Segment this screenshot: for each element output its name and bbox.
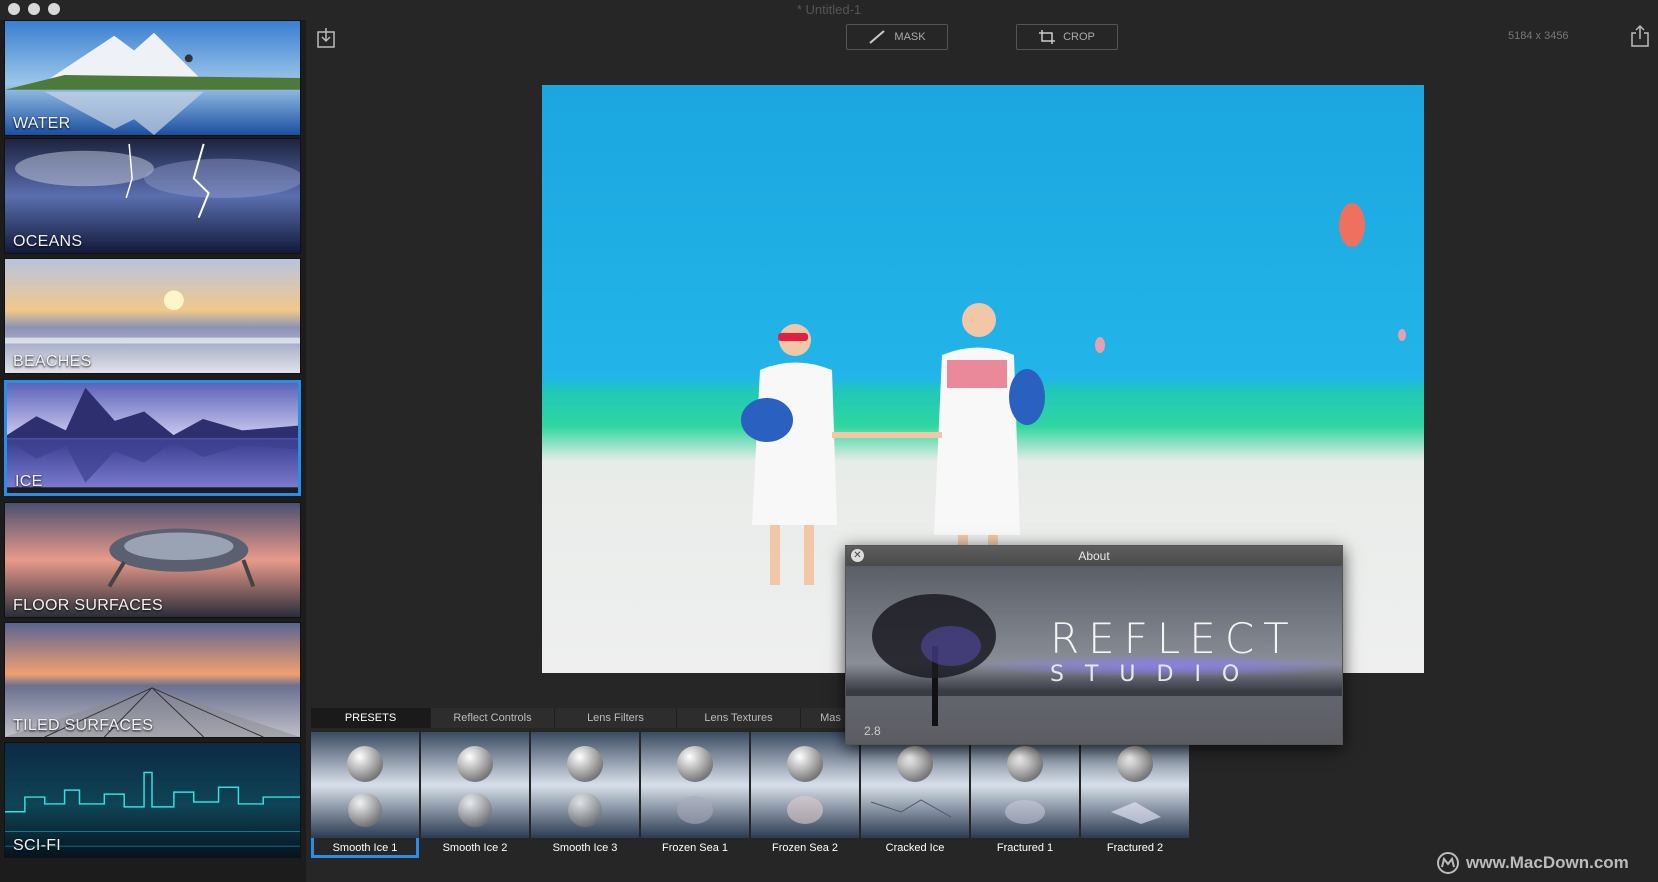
about-title-bar: ✕ About: [846, 546, 1342, 566]
preset-label: Smooth Ice 1: [332, 842, 398, 854]
share-icon: [1631, 24, 1649, 47]
mask-label: MASK: [894, 31, 926, 43]
category-ice[interactable]: ICE: [4, 380, 301, 496]
category-label: OCEANS: [13, 233, 83, 250]
tab-reflect-controls[interactable]: Reflect Controls: [431, 708, 555, 728]
window-title: * Untitled-1: [796, 2, 862, 17]
share-button[interactable]: [1628, 24, 1652, 48]
preset-fractured-2[interactable]: Fractured 2: [1081, 732, 1189, 858]
about-dialog: ✕ About REFLECT STUDIO 2.8: [845, 545, 1343, 745]
category-floor-surfaces[interactable]: FLOOR SURFACES: [4, 502, 301, 618]
preset-frozen-sea-1[interactable]: Frozen Sea 1: [641, 732, 749, 858]
preset-label: Frozen Sea 1: [661, 842, 729, 854]
tab-presets[interactable]: PRESETS: [311, 708, 431, 728]
about-splash: REFLECT STUDIO 2.8: [846, 566, 1342, 744]
preset-smooth-ice-2[interactable]: Smooth Ice 2: [421, 732, 529, 858]
preset-frozen-sea-2[interactable]: Frozen Sea 2: [751, 732, 859, 858]
preset-label: Fractured 1: [996, 842, 1054, 854]
crop-icon: [1039, 30, 1056, 44]
category-tiled-surfaces[interactable]: TILED SURFACES: [4, 622, 301, 738]
about-title: About: [1078, 549, 1110, 563]
presets-strip: Smooth Ice 1 Smooth Ice 2 Smooth Ice 3 F…: [311, 732, 1189, 858]
ice-thumbnail: [7, 383, 298, 488]
macdown-logo-icon: [1437, 852, 1459, 874]
tab-lens-filters[interactable]: Lens Filters: [555, 708, 677, 728]
image-dimensions: 5184 x 3456: [1508, 30, 1569, 42]
watermark: www.MacDown.com: [1436, 851, 1629, 875]
sphere-reflection-icon: [311, 732, 419, 838]
logo-studio: STUDIO: [1050, 662, 1261, 687]
watermark-text: www.MacDown.com: [1466, 853, 1629, 872]
category-water[interactable]: WATER: [4, 20, 301, 136]
category-label: BEACHES: [13, 353, 92, 370]
tab-lens-textures[interactable]: Lens Textures: [677, 708, 801, 728]
category-oceans[interactable]: OCEANS: [4, 138, 301, 254]
sphere-reflection-icon: [861, 732, 969, 838]
preset-label: Smooth Ice 2: [442, 842, 508, 854]
crop-label: CROP: [1063, 31, 1095, 43]
import-icon: [317, 28, 335, 48]
category-sci-fi[interactable]: SCI-FI: [4, 742, 301, 858]
mask-button[interactable]: MASK: [846, 24, 948, 50]
category-label: FLOOR SURFACES: [13, 597, 164, 614]
preset-cracked-ice[interactable]: Cracked Ice: [861, 732, 969, 858]
preset-smooth-ice-3[interactable]: Smooth Ice 3: [531, 732, 639, 858]
crop-button[interactable]: CROP: [1016, 24, 1118, 50]
version-number: 2.8: [864, 724, 881, 738]
sphere-reflection-icon: [531, 732, 639, 838]
category-label: WATER: [13, 115, 71, 132]
sphere-reflection-icon: [971, 732, 1079, 838]
preset-smooth-ice-1[interactable]: Smooth Ice 1: [311, 732, 419, 858]
app-window: * Untitled-1 WATER OCEANS BEACHES ICE FL…: [0, 0, 1658, 882]
category-label: ICE: [15, 473, 43, 490]
title-bar: * Untitled-1: [0, 0, 1658, 20]
preset-label: Smooth Ice 3: [552, 842, 618, 854]
logo-reflect: REFLECT: [1050, 614, 1298, 663]
import-button[interactable]: [314, 26, 338, 50]
preset-label: Fractured 2: [1106, 842, 1164, 854]
close-icon[interactable]: ✕: [851, 549, 864, 562]
category-label: SCI-FI: [13, 837, 62, 854]
category-sidebar: WATER OCEANS BEACHES ICE FLOOR SURFACES …: [0, 20, 306, 882]
brush-icon: [869, 30, 886, 44]
preset-label: Cracked Ice: [885, 842, 945, 854]
sphere-reflection-icon: [1081, 732, 1189, 838]
preset-label: Frozen Sea 2: [771, 842, 839, 854]
category-beaches[interactable]: BEACHES: [4, 258, 301, 374]
sphere-reflection-icon: [641, 732, 749, 838]
sphere-reflection-icon: [751, 732, 859, 838]
preset-fractured-1[interactable]: Fractured 1: [971, 732, 1079, 858]
category-label: TILED SURFACES: [13, 717, 154, 734]
sphere-reflection-icon: [421, 732, 529, 838]
